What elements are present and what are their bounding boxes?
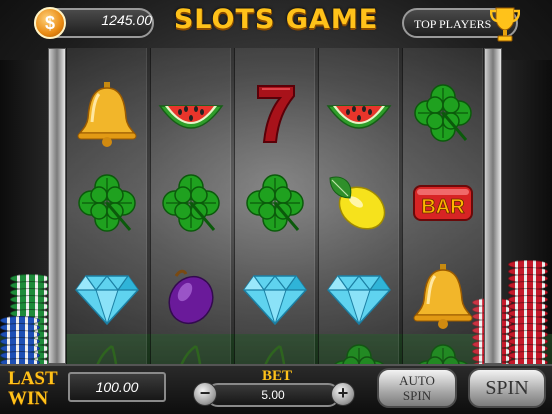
svg-text:BAR: BAR [421,196,465,218]
diamond-icon [324,260,394,330]
chip-stack-red [508,260,548,374]
last-win-value: 100.00 [68,372,166,402]
lemon-icon [324,168,394,238]
reel-5: BAR [402,48,483,364]
clover-icon [156,168,226,238]
diamond-icon [240,260,310,330]
top-players-label: TOP PLAYERS [414,17,492,31]
reel-1 [66,48,147,364]
last-win-label-line1: LAST [8,368,58,389]
bell-icon [72,78,142,148]
reel-3 [234,48,315,364]
cherry-icon [156,338,226,364]
clover-icon [324,338,394,364]
last-win-label: LAST WIN [8,369,68,409]
decrease-bet-button[interactable]: − [193,382,217,406]
watermelon-icon [324,78,394,148]
reel-2 [150,48,231,364]
watermelon-icon [156,78,226,148]
bell-icon [408,260,478,330]
clover-icon [408,78,478,148]
cherry-icon [240,338,310,364]
bet-value: 5.00 [206,383,340,407]
clover-icon [72,168,142,238]
auto-spin-label-line2: SPIN [402,388,432,403]
clover-icon [240,168,310,238]
reel-frame-right [484,48,502,364]
reel-frame-left [48,48,66,364]
bar-icon: BAR [408,168,478,238]
spin-button[interactable]: SPIN [468,368,546,408]
clover-icon [408,338,478,364]
trophy-icon [490,7,520,42]
header: $ 1245.00 SLOTS GAME TOP PLAYERS [0,0,552,50]
last-win-label-line2: WIN [8,388,49,409]
auto-spin-button[interactable]: AUTO SPIN [377,368,457,408]
auto-spin-label-line1: AUTO [399,373,435,388]
seven-icon [240,78,310,148]
increase-bet-button[interactable]: + [331,382,355,406]
diamond-icon [72,260,142,330]
cherry-icon [72,338,142,364]
reel-4 [318,48,399,364]
plum-icon [156,260,226,330]
